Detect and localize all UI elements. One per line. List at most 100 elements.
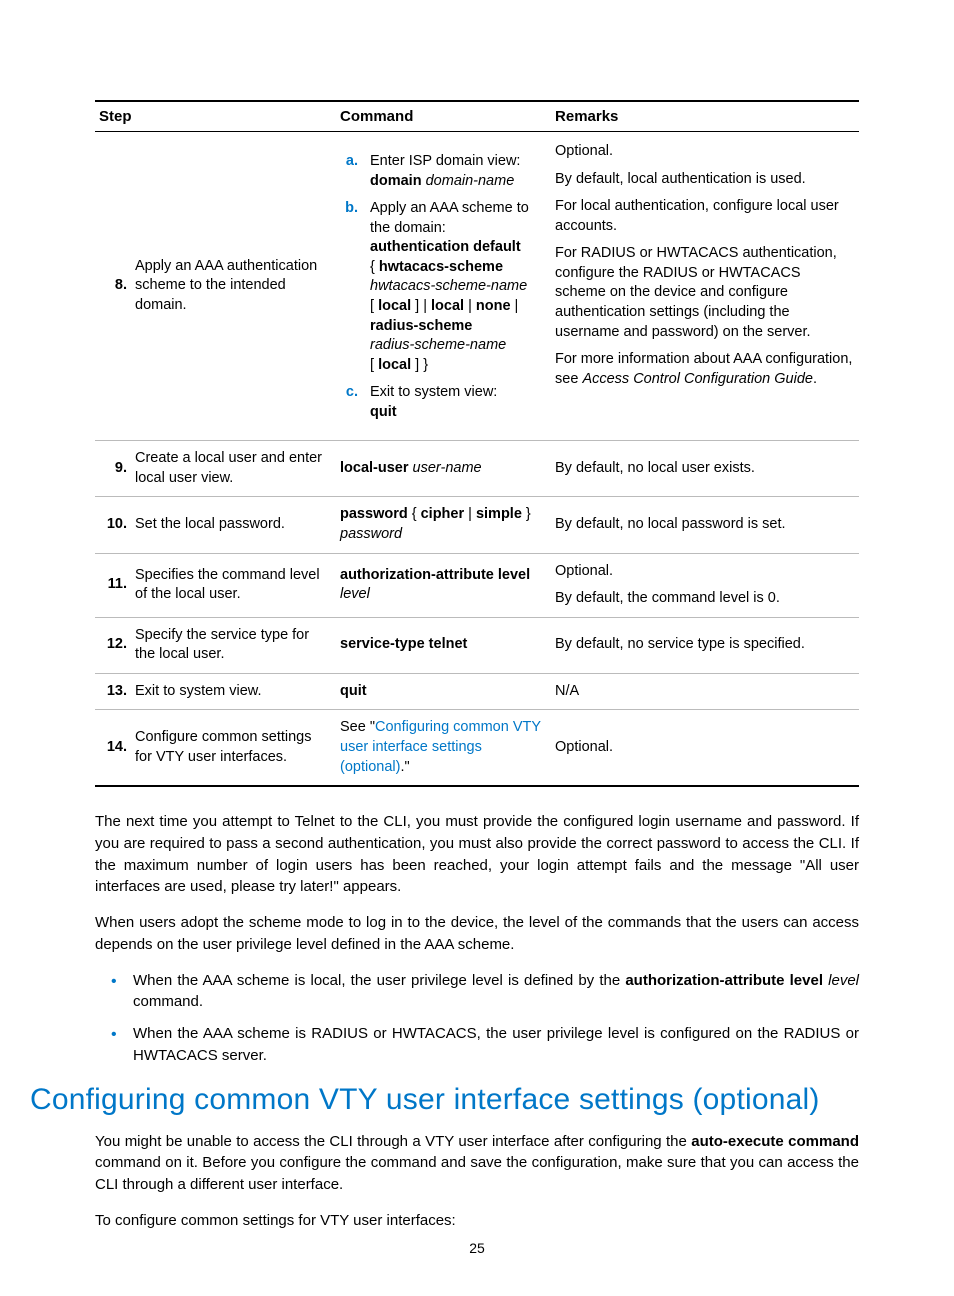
cmd-text: { (370, 259, 379, 275)
step-remarks: N/A (551, 673, 859, 710)
cmd-text: [ (370, 298, 378, 314)
cmd-bold: radius-scheme (370, 318, 472, 334)
text-span: command. (133, 993, 203, 1010)
cmd-bold: local (431, 298, 464, 314)
cmd-italic: hwtacacs-scheme-name (370, 278, 527, 294)
text-span: command on it. Before you configure the … (95, 1154, 859, 1193)
paragraph: To configure common settings for VTY use… (95, 1210, 859, 1232)
cmd-bold: password (340, 506, 408, 522)
text-bold: auto-execute command (691, 1133, 859, 1150)
remark-text: By default, the command level is 0. (555, 589, 855, 609)
table-row: 9. Create a local user and enter local u… (95, 441, 859, 497)
cmd-italic: user-name (409, 460, 482, 476)
step-number: 8. (95, 132, 131, 441)
remark-text: By default, local authentication is used… (555, 170, 855, 190)
substep-c: c. Exit to system view: quit (362, 381, 547, 428)
cmd-bold: quit (340, 683, 367, 699)
substep-text: Enter ISP domain view: (370, 153, 520, 169)
cmd-italic: level (340, 586, 370, 602)
page-number: 25 (0, 1240, 954, 1256)
text-italic: level (828, 972, 859, 989)
step-description: Specifies the command level of the local… (131, 553, 336, 617)
cmd-bold: local (378, 298, 411, 314)
bullet-list: When the AAA scheme is local, the user p… (95, 970, 859, 1067)
substep-a: a. Enter ISP domain view: domain domain-… (362, 150, 547, 197)
step-command: a. Enter ISP domain view: domain domain-… (336, 132, 551, 441)
list-item: When the AAA scheme is RADIUS or HWTACAC… (133, 1023, 859, 1067)
step-remarks: By default, no local password is set. (551, 497, 859, 553)
step-command: password { cipher | simple } password (336, 497, 551, 553)
document-page: Step Command Remarks 8. Apply an AAA aut… (0, 0, 954, 1296)
step-number: 13. (95, 673, 131, 710)
col-header-remarks: Remarks (551, 101, 859, 132)
cmd-text: | (511, 298, 519, 314)
step-number: 12. (95, 617, 131, 673)
cmd-bold: cipher (421, 506, 465, 522)
cmd-text: ] } (411, 357, 428, 373)
step-description: Create a local user and enter local user… (131, 441, 336, 497)
cmd-bold: service-type telnet (340, 636, 467, 652)
cmd-italic: radius-scheme-name (370, 337, 506, 353)
step-number: 10. (95, 497, 131, 553)
list-item: When the AAA scheme is local, the user p… (133, 970, 859, 1014)
cmd-bold: authentication default (370, 239, 521, 255)
table-row: 14. Configure common settings for VTY us… (95, 710, 859, 786)
step-number: 9. (95, 441, 131, 497)
substep-list: a. Enter ISP domain view: domain domain-… (340, 150, 547, 428)
cmd-text: | (464, 298, 476, 314)
substep-text: Exit to system view: (370, 384, 497, 400)
step-description: Apply an AAA authentication scheme to th… (131, 132, 336, 441)
cmd-bold: local-user (340, 460, 409, 476)
cmd-bold: hwtacacs-scheme (379, 259, 503, 275)
step-description: Set the local password. (131, 497, 336, 553)
config-steps-table: Step Command Remarks 8. Apply an AAA aut… (95, 100, 859, 787)
step-description: Exit to system view. (131, 673, 336, 710)
substep-seq: a. (340, 152, 358, 172)
step-command: See "Configuring common VTY user interfa… (336, 710, 551, 786)
step-command: service-type telnet (336, 617, 551, 673)
remark-text: For more information about AAA configura… (555, 350, 855, 389)
table-row: 12. Specify the service type for the loc… (95, 617, 859, 673)
col-header-step: Step (95, 101, 336, 132)
cmd-text: } (522, 506, 531, 522)
step-remarks: Optional. By default, the command level … (551, 553, 859, 617)
remark-text: Optional. (555, 562, 855, 582)
remarks-list: Optional. By default, local authenticati… (555, 142, 855, 389)
cmd-bold: none (476, 298, 511, 314)
body-text-block: The next time you attempt to Telnet to t… (95, 811, 859, 1067)
substep-seq: c. (340, 383, 358, 403)
step-number: 11. (95, 553, 131, 617)
cmd-text: ] | (411, 298, 431, 314)
paragraph: You might be unable to access the CLI th… (95, 1131, 859, 1196)
table-row: 10. Set the local password. password { c… (95, 497, 859, 553)
cmd-italic: domain-name (422, 173, 515, 189)
remark-italic: Access Control Configuration Guide (582, 371, 813, 387)
substep-seq: b. (340, 199, 358, 219)
step-remarks: Optional. (551, 710, 859, 786)
substep-text: Apply an AAA scheme to the domain: (370, 200, 529, 236)
body-text-block: You might be unable to access the CLI th… (95, 1131, 859, 1232)
substep-b: b. Apply an AAA scheme to the domain: au… (362, 197, 547, 381)
step-description: Specify the service type for the local u… (131, 617, 336, 673)
step-description: Configure common settings for VTY user i… (131, 710, 336, 786)
step-number: 14. (95, 710, 131, 786)
section-heading: Configuring common VTY user interface se… (30, 1083, 859, 1117)
paragraph: The next time you attempt to Telnet to t… (95, 811, 859, 898)
col-header-command: Command (336, 101, 551, 132)
table-row: 11. Specifies the command level of the l… (95, 553, 859, 617)
cmd-italic: password (340, 526, 402, 542)
step-remarks: By default, no local user exists. (551, 441, 859, 497)
text-span: You might be unable to access the CLI th… (95, 1133, 691, 1150)
step-remarks: Optional. By default, local authenticati… (551, 132, 859, 441)
remarks-list: Optional. By default, the command level … (555, 562, 855, 609)
remark-text: For RADIUS or HWTACACS authentication, c… (555, 244, 855, 342)
remark-text: For local authentication, configure loca… (555, 197, 855, 236)
paragraph: When users adopt the scheme mode to log … (95, 912, 859, 956)
cmd-bold: local (378, 357, 411, 373)
table-row: 8. Apply an AAA authentication scheme to… (95, 132, 859, 441)
cmd-text: { (408, 506, 421, 522)
step-command: local-user user-name (336, 441, 551, 497)
step-remarks: By default, no service type is specified… (551, 617, 859, 673)
remark-text: Optional. (555, 142, 855, 162)
cmd-text: See " (340, 719, 375, 735)
